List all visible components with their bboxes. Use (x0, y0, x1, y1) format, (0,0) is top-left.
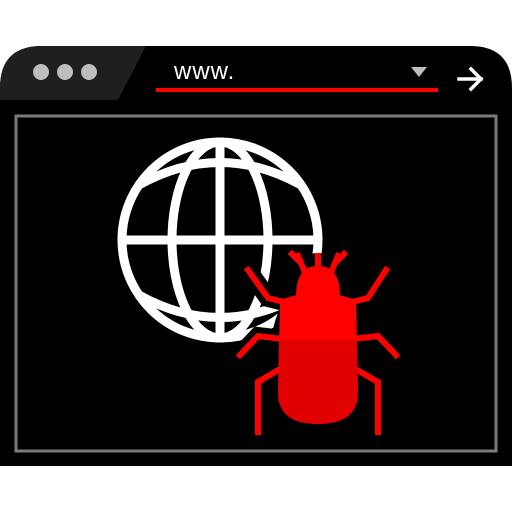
window-dot-1[interactable] (33, 64, 49, 80)
browser-window (0, 46, 512, 466)
window-control-dots[interactable] (33, 64, 97, 80)
address-bar-url[interactable]: www. (174, 56, 235, 88)
window-dot-3[interactable] (81, 64, 97, 80)
browser-bug-illustration: www. (0, 0, 512, 512)
window-dot-2[interactable] (57, 64, 73, 80)
bug-icon (227, 249, 409, 441)
address-bar-underline (156, 88, 438, 92)
